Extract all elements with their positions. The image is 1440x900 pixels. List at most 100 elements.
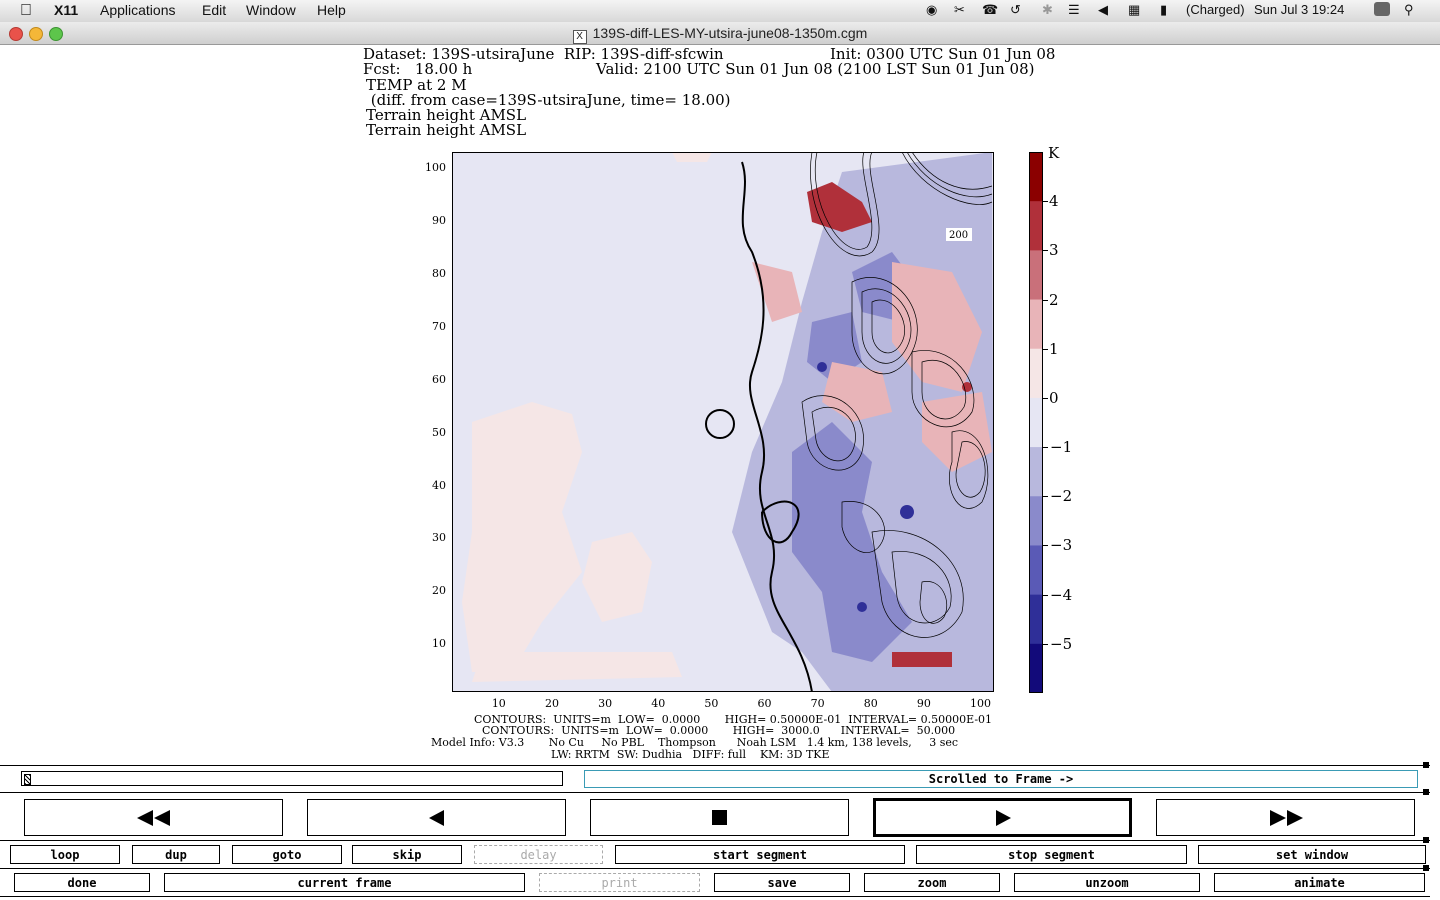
x-tick-label: 50 xyxy=(704,697,719,710)
print-button[interactable]: print xyxy=(539,873,700,892)
skip-button[interactable]: skip xyxy=(352,845,462,864)
colorbar-tick xyxy=(1043,201,1048,203)
colorbar-unit: K xyxy=(1048,144,1060,162)
y-tick-label: 50 xyxy=(432,425,446,439)
x-tick-label: 30 xyxy=(598,697,613,710)
zoom-button[interactable]: zoom xyxy=(864,873,1000,892)
step-back-button[interactable] xyxy=(307,799,566,836)
time-machine-icon[interactable]: ↺ xyxy=(1010,2,1021,18)
alien-icon[interactable]: ◉ xyxy=(926,2,937,18)
scissor-icon[interactable]: ✂ xyxy=(954,2,965,18)
volume-icon[interactable]: ◀ xyxy=(1098,2,1108,18)
fast-forward-button[interactable] xyxy=(1156,799,1415,836)
battery-status: (Charged) xyxy=(1186,2,1245,17)
colorbar-tick xyxy=(1043,397,1048,399)
colorbar-band xyxy=(1029,545,1043,596)
stop-icon xyxy=(711,809,727,825)
resize-handle[interactable] xyxy=(1423,865,1429,871)
contour-label: 200 xyxy=(946,228,972,241)
dup-button[interactable]: dup xyxy=(132,845,220,864)
delay-button[interactable]: delay xyxy=(474,845,603,864)
footer-contours-2: CONTOURS: UNITS=m LOW= 0.0000 HIGH= 3000… xyxy=(482,724,956,737)
resize-handle[interactable] xyxy=(1423,762,1429,768)
wifi-icon[interactable]: ☰ xyxy=(1068,2,1080,18)
colorbar-band xyxy=(1029,201,1043,251)
colorbar-band xyxy=(1029,250,1043,301)
x11-doc-icon: X xyxy=(572,30,587,44)
menu-help[interactable]: Help xyxy=(317,2,346,18)
stop-button[interactable] xyxy=(590,799,849,836)
status-field: Scrolled to Frame -> xyxy=(584,770,1418,788)
unzoom-button[interactable]: unzoom xyxy=(1014,873,1200,892)
divider xyxy=(0,765,1430,766)
colorbar-label: 0 xyxy=(1049,388,1059,407)
start-segment-button[interactable]: start segment xyxy=(615,845,905,864)
play-button[interactable] xyxy=(873,798,1132,837)
colorbar-band xyxy=(1029,643,1043,693)
done-button[interactable]: done xyxy=(14,873,150,892)
scrollbar-thumb[interactable] xyxy=(24,774,31,785)
divider xyxy=(0,896,1430,897)
current-frame-button[interactable]: current frame xyxy=(164,873,525,892)
play-icon xyxy=(995,809,1011,826)
menu-applications[interactable]: Applications xyxy=(100,2,176,18)
colorbar-label: −4 xyxy=(1050,585,1073,604)
header-valid: Valid: 2100 UTC Sun 01 Jun 08 (2100 LST … xyxy=(596,60,1035,78)
keyboard-icon[interactable]: ▦ xyxy=(1128,2,1140,18)
x-tick-label: 70 xyxy=(810,697,825,710)
x-tick-label: 100 xyxy=(970,697,992,710)
x-tick-label: 60 xyxy=(757,697,772,710)
y-tick-label: 30 xyxy=(432,531,446,545)
colorbar-label: −2 xyxy=(1050,487,1073,506)
y-tick-label: 70 xyxy=(432,319,446,333)
colorbar-tick xyxy=(1043,250,1048,252)
bluetooth-icon[interactable]: ✱ xyxy=(1042,2,1053,18)
contour-value-label: 200 xyxy=(949,230,968,241)
colorbar-label: −1 xyxy=(1050,438,1073,457)
footer-physics: LW: RRTM SW: Dudhia DIFF: full KM: 3D TK… xyxy=(551,748,830,761)
window-title-text: 139S-diff-LES-MY-utsira-june08-1350m.cgm xyxy=(592,25,868,41)
save-button[interactable]: save xyxy=(714,873,850,892)
colorbar-band xyxy=(1029,152,1043,202)
colorbar-label: 4 xyxy=(1049,192,1059,211)
colorbar-label: −5 xyxy=(1050,634,1073,653)
footer-model-info: Model Info: V3.3 No Cu No PBL Thompson N… xyxy=(431,736,959,749)
menu-edit[interactable]: Edit xyxy=(202,2,226,18)
y-tick-label: 90 xyxy=(432,213,446,227)
y-tick-label: 10 xyxy=(432,637,446,651)
goto-button[interactable]: goto xyxy=(232,845,342,864)
divider xyxy=(0,868,1430,869)
colorbar-tick xyxy=(1043,545,1048,547)
stop-segment-button[interactable]: stop segment xyxy=(916,845,1187,864)
animate-button[interactable]: animate xyxy=(1214,873,1425,892)
colorbar-label: 2 xyxy=(1049,290,1059,309)
set-window-button[interactable]: set window xyxy=(1198,845,1426,864)
menu-app-x11[interactable]: X11 xyxy=(54,2,78,18)
menubar-clock[interactable]: Sun Jul 3 19:24 xyxy=(1254,2,1344,17)
x-tick-label: 10 xyxy=(491,697,506,710)
frame-scrollbar[interactable] xyxy=(21,771,563,786)
colorbar-label: 1 xyxy=(1049,339,1059,358)
colorbar-band xyxy=(1029,447,1043,497)
y-tick-label: 80 xyxy=(432,266,446,280)
colorbar-band xyxy=(1029,496,1043,546)
menu-window[interactable]: Window xyxy=(246,2,296,18)
fast-forward-icon xyxy=(1269,809,1303,826)
battery-icon[interactable]: ▮ xyxy=(1160,2,1167,18)
window-title: X 139S-diff-LES-MY-utsira-june08-1350m.cg… xyxy=(0,25,1440,44)
apple-menu-icon[interactable]:  xyxy=(20,2,32,20)
fast-reverse-button[interactable] xyxy=(24,799,283,836)
user-icon[interactable] xyxy=(1374,2,1390,16)
loop-button[interactable]: loop xyxy=(10,845,120,864)
x-tick-label: 80 xyxy=(863,697,878,710)
x-tick-label: 40 xyxy=(651,697,666,710)
colorbar-tick xyxy=(1043,299,1048,301)
resize-handle[interactable] xyxy=(1423,789,1429,795)
spotlight-search-icon[interactable]: ⚲ xyxy=(1404,2,1414,18)
resize-handle[interactable] xyxy=(1423,837,1429,843)
phone-icon[interactable]: ☎ xyxy=(982,2,998,18)
colorbar-band xyxy=(1029,299,1043,350)
x-tick-label: 20 xyxy=(544,697,559,710)
colorbar-band xyxy=(1029,594,1043,645)
colorbar-tick xyxy=(1043,643,1048,645)
